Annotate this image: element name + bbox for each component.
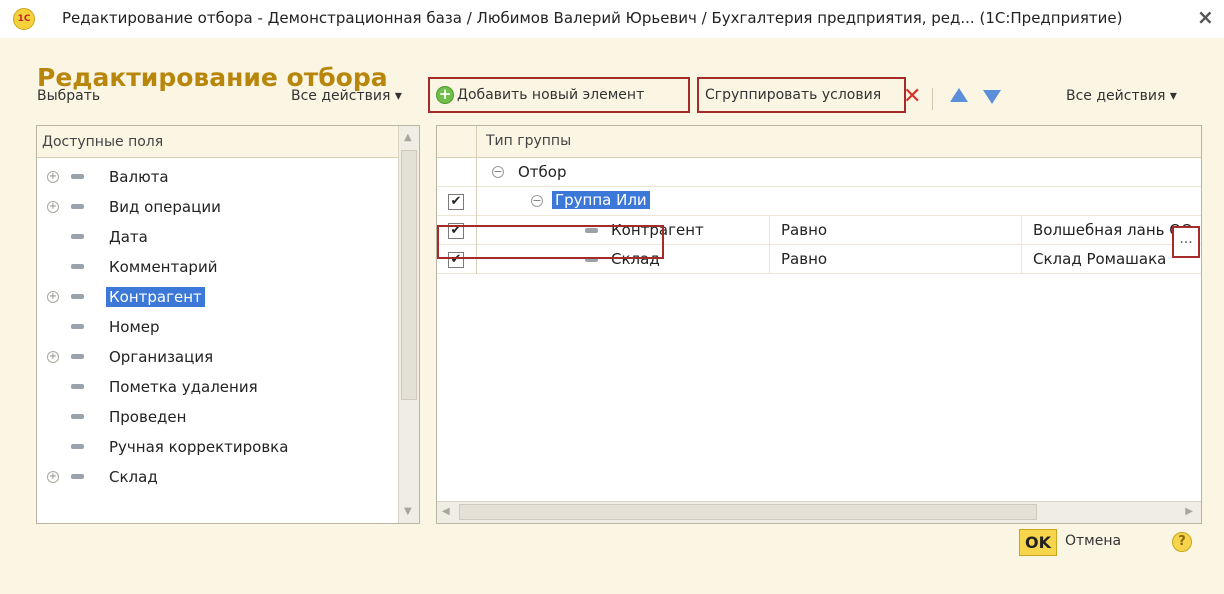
condition-value[interactable]: Склад Ромашака: [1033, 250, 1166, 268]
scroll-up-icon[interactable]: ▲: [404, 132, 412, 143]
column-divider: [769, 216, 770, 245]
check-cell: [437, 158, 477, 187]
field-item[interactable]: Пометка удаления: [37, 372, 399, 401]
tree-row-root[interactable]: − Отбор: [437, 158, 1201, 187]
field-item[interactable]: Дата: [37, 222, 399, 251]
field-icon: [71, 384, 84, 389]
field-icon: [71, 354, 84, 359]
field-item[interactable]: + Организация: [37, 342, 399, 371]
field-item[interactable]: + Валюта: [37, 162, 399, 191]
field-icon: [71, 234, 84, 239]
expand-icon[interactable]: +: [47, 290, 59, 303]
condition-value[interactable]: Волшебная лань ОО: [1033, 221, 1193, 239]
available-fields-header: Доступные поля: [37, 126, 399, 158]
move-down-icon[interactable]: [983, 90, 1001, 104]
expand-icon[interactable]: +: [47, 350, 59, 363]
field-item-label: Комментарий: [109, 257, 218, 276]
field-item[interactable]: + Контрагент: [37, 282, 399, 311]
ok-button[interactable]: OK: [1019, 529, 1057, 556]
column-divider: [1021, 216, 1022, 245]
field-icon: [71, 474, 84, 479]
field-item-label: Пометка удаления: [109, 377, 258, 396]
app-logo-icon: 1С: [13, 8, 35, 30]
add-new-element-button[interactable]: + Добавить новый элемент: [428, 77, 690, 113]
move-up-icon[interactable]: [950, 88, 968, 102]
filter-tree-header: Тип группы: [437, 126, 1201, 158]
expand-icon[interactable]: +: [47, 170, 59, 183]
cancel-button[interactable]: Отмена: [1065, 533, 1121, 549]
check-column-header: [437, 126, 477, 158]
select-button[interactable]: Выбрать: [37, 88, 100, 104]
field-icon: [71, 294, 84, 299]
field-icon: [71, 414, 84, 419]
close-icon[interactable]: ×: [1197, 5, 1214, 29]
field-item-label: Организация: [109, 347, 214, 366]
collapse-icon[interactable]: −: [492, 166, 504, 178]
toolbar-separator: [932, 88, 933, 110]
scroll-down-icon[interactable]: ▼: [404, 506, 412, 517]
delete-icon[interactable]: ✕: [903, 86, 921, 108]
field-item-label: Проведен: [109, 407, 187, 426]
field-icon: [71, 204, 84, 209]
field-item[interactable]: Проведен: [37, 402, 399, 431]
window-titlebar: 1С Редактирование отбора - Демонстрацион…: [0, 0, 1224, 38]
field-item[interactable]: + Склад: [37, 462, 399, 491]
check-cell: ✔: [437, 187, 477, 216]
add-new-element-label: Добавить новый элемент: [457, 87, 645, 103]
field-item-label: Контрагент: [106, 286, 205, 307]
tree-row-group[interactable]: ✔ − Группа Или: [437, 187, 1201, 216]
right-all-actions-menu[interactable]: Все действия ▾: [1066, 88, 1177, 104]
field-icon: [71, 174, 84, 179]
condition-comparison[interactable]: Равно: [781, 250, 827, 268]
group-row-highlight: [437, 225, 664, 259]
collapse-icon[interactable]: −: [531, 195, 543, 207]
field-icon: [71, 444, 84, 449]
scroll-thumb[interactable]: [401, 150, 417, 400]
field-item[interactable]: Комментарий: [37, 252, 399, 281]
expand-icon[interactable]: +: [47, 200, 59, 213]
field-item-label: Склад: [109, 467, 158, 486]
field-item-label: Дата: [109, 227, 148, 246]
field-item[interactable]: Ручная корректировка: [37, 432, 399, 461]
field-item-label: Номер: [109, 317, 160, 336]
field-item[interactable]: + Вид операции: [37, 192, 399, 221]
scroll-right-icon[interactable]: ▶: [1185, 506, 1193, 517]
tree-hscrollbar[interactable]: ◀ ▶: [437, 501, 1201, 523]
root-label: Отбор: [518, 163, 567, 181]
field-icon: [71, 264, 84, 269]
field-item[interactable]: Номер: [37, 312, 399, 341]
help-icon[interactable]: ?: [1172, 532, 1192, 552]
column-divider: [1021, 245, 1022, 274]
field-icon: [71, 324, 84, 329]
field-item-label: Вид операции: [109, 197, 221, 216]
window-title: Редактирование отбора - Демонстрационная…: [62, 9, 1123, 27]
field-item-label: Валюта: [109, 167, 169, 186]
filter-tree-panel: Тип группы − Отбор ✔ − Группа Или ✔ Конт…: [436, 125, 1202, 524]
field-item-label: Ручная корректировка: [109, 437, 289, 456]
scroll-left-icon[interactable]: ◀: [442, 506, 450, 517]
hscroll-thumb[interactable]: [459, 504, 1037, 520]
available-fields-panel: Доступные поля ▲ ▼ + Валюта + Вид операции Д…: [36, 125, 420, 524]
group-conditions-label: Сгруппировать условия: [705, 87, 882, 103]
ellipsis-button[interactable]: ...: [1172, 226, 1200, 258]
group-conditions-button[interactable]: Сгруппировать условия: [697, 77, 906, 113]
group-checkbox[interactable]: ✔: [448, 194, 464, 210]
fields-scrollbar[interactable]: ▲ ▼: [398, 126, 419, 523]
condition-comparison[interactable]: Равно: [781, 221, 827, 239]
add-icon: +: [436, 86, 454, 104]
column-divider: [769, 245, 770, 274]
expand-icon[interactable]: +: [47, 470, 59, 483]
left-all-actions-menu[interactable]: Все действия ▾: [291, 88, 402, 104]
group-type-header: Тип группы: [486, 133, 572, 149]
group-label[interactable]: Группа Или: [552, 191, 650, 209]
